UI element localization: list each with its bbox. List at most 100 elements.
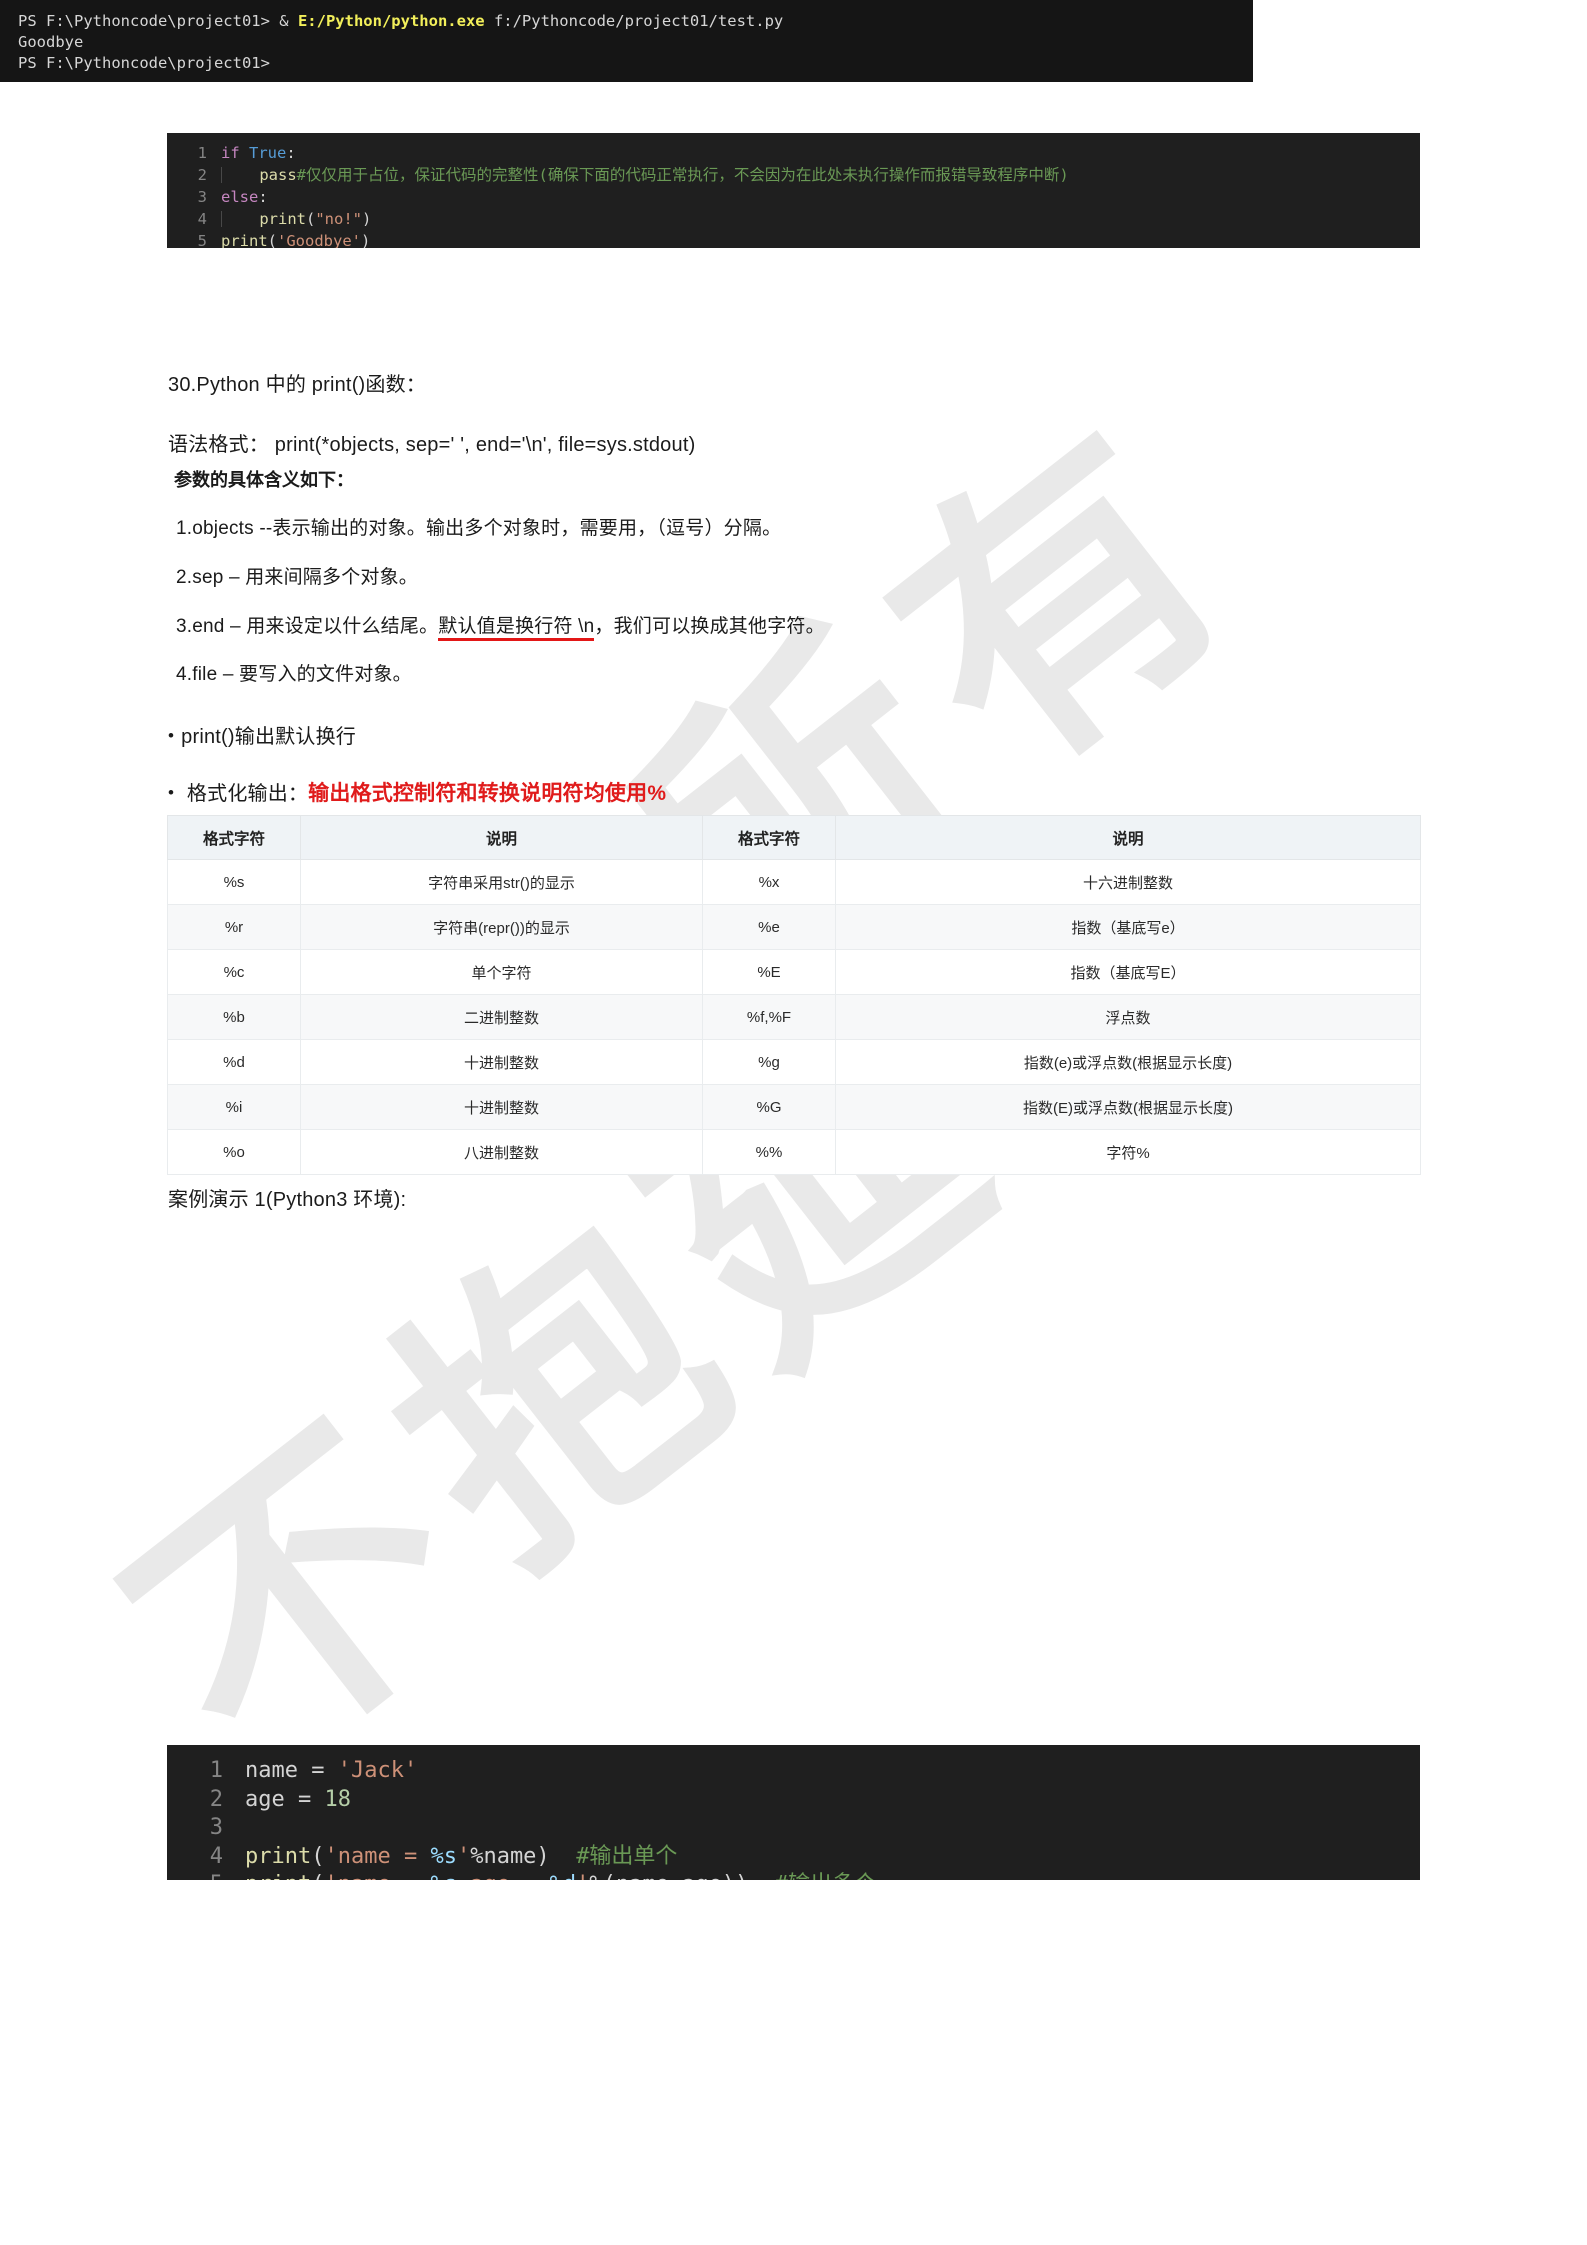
table-row: %c 单个字符 %E 指数（基底写E） <box>167 949 1421 995</box>
table-cell: 字符% <box>835 1129 1421 1175</box>
code-token: 18 <box>324 1786 351 1812</box>
table-header: 格式字符 说明 格式字符 说明 <box>167 815 1421 860</box>
code-token: 'Goodbye' <box>277 232 362 248</box>
code-line-content: print('name = %s,age = %d'%(name,age)) #… <box>245 1871 1420 1880</box>
code-line: 5print('name = %s,age = %d'%(name,age)) … <box>167 1871 1420 1880</box>
table-column-header: 格式字符 <box>702 815 836 860</box>
code-token: #输出单个 <box>576 1843 678 1869</box>
table-cell: %d <box>167 1039 301 1085</box>
table-row: %o 八进制整数%% 字符% <box>167 1129 1421 1175</box>
code-block-format-example: 1 name = 'Jack' 2 age = 18 3 4 print('name = … <box>167 1745 1420 1880</box>
table-column-header: 说明 <box>300 815 703 860</box>
terminal-line: Goodbye <box>18 32 1253 53</box>
code-line: 1 name = 'Jack' <box>167 1757 1420 1786</box>
code-line-content: if True: <box>221 142 1420 164</box>
bullet-formatted-output: 格式化输出：输出格式控制符和转换说明符均使用% <box>168 777 666 807</box>
table-cell: 二进制整数 <box>300 994 703 1040</box>
table-cell: %c <box>167 949 301 995</box>
code-token: #仅仅用于占位，保证代码的完整性(确保下面的代码正常执行，不会因为在此处未执行操… <box>296 166 1069 184</box>
terminal-line: PS F:\Pythoncode\project01> <box>18 53 1253 74</box>
code-token: ( <box>311 1843 325 1869</box>
parameter-item-objects: 1.objects --表示输出的对象。输出多个对象时，需要用，（逗号）分隔。 <box>176 518 782 539</box>
table-cell: %G <box>702 1084 836 1130</box>
code-token: print <box>221 232 268 248</box>
code-line: 4 print("no!") <box>167 208 1420 230</box>
parameters-subtitle: 参数的具体含义如下： <box>174 470 354 490</box>
syntax-format-line: 语法格式： print(*objects, sep=' ', end='\n',… <box>168 434 696 456</box>
code-line-number: 5 <box>197 232 207 248</box>
document-page: 1 if True: 2 pass#仅仅用于占位，保证代码的完整性(确保下面的代码正… <box>0 0 1587 1880</box>
code-line: 1 if True: <box>167 142 1420 164</box>
code-line-content <box>245 1814 1420 1843</box>
table-cell: 字符串采用str()的显示 <box>300 859 703 905</box>
terminal-output-panel: PS F:\Pythoncode\project01> & E:/Python/… <box>0 0 1253 82</box>
table-cell: 浮点数 <box>835 994 1421 1040</box>
code-token: 'Jack' <box>337 1758 418 1783</box>
section-heading-print-function: 30.Python 中的 print()函数： <box>168 374 427 396</box>
table-cell: %x <box>702 859 836 905</box>
code-line: 3 else: <box>167 186 1420 208</box>
table-row: %i 十进制整数 %G 指数(E)或浮点数(根据显示长度) <box>167 1084 1421 1130</box>
code-line: 5 print('Goodbye') <box>167 230 1420 248</box>
code-token: True <box>249 144 287 162</box>
table-cell: %f,%F <box>702 994 836 1040</box>
code-token: print <box>245 1872 311 1880</box>
code-line-number: 3 <box>209 1815 223 1840</box>
code-token: ,age = <box>457 1872 550 1880</box>
table-cell: 指数(E)或浮点数(根据显示长度) <box>835 1084 1421 1130</box>
code-line: 2 pass#仅仅用于占位，保证代码的完整性(确保下面的代码正常执行，不会因为在… <box>167 164 1420 186</box>
code-token: %s <box>430 1872 457 1880</box>
bullet-formatted-output-emphasis: 输出格式控制符和转换说明符均使用% <box>308 782 667 805</box>
code-line: 2 age = 18 <box>167 1786 1420 1815</box>
table-column-header: 说明 <box>835 815 1421 860</box>
table-cell: %g <box>702 1039 836 1085</box>
table-row: %d 十进制整数 %g 指数(e)或浮点数(根据显示长度) <box>167 1039 1421 1085</box>
table-cell: 字符串(repr())的显示 <box>300 904 703 950</box>
table-column-header: 格式字符 <box>167 815 301 860</box>
terminal-line: PS F:\Pythoncode\project01> & E:/Python/… <box>18 11 1253 32</box>
code-token: age <box>245 1786 298 1812</box>
code-token: ( <box>311 1872 324 1880</box>
table-cell: %s <box>167 859 301 905</box>
code-line-content: name = 'Jack' <box>245 1757 1420 1786</box>
table-cell: 十六进制整数 <box>835 859 1421 905</box>
code-token: = <box>297 1786 325 1812</box>
code-token: : <box>258 188 268 206</box>
code-line-content: age = 18 <box>245 1786 1420 1815</box>
code-line-content: pass#仅仅用于占位，保证代码的完整性(确保下面的代码正常执行，不会因为在此处… <box>221 164 1420 186</box>
code-line-number: 1 <box>197 144 207 162</box>
code-token: : <box>286 144 296 162</box>
code-token: "no!" <box>315 210 363 228</box>
parameter-item-sep: 2.sep – 用来间隔多个对象。 <box>176 567 419 588</box>
code-token: else <box>221 188 259 206</box>
table-cell: %o <box>167 1129 301 1175</box>
code-token: print <box>259 210 306 228</box>
bullet-formatted-output-prefix: 格式化输出： <box>186 783 309 805</box>
format-specifier-table: 格式字符 说明 格式字符 说明 %s 字符串采用str()的显示 %x 十六进制整数 %r 字符… <box>167 815 1421 1175</box>
code-line-content: else: <box>221 186 1420 208</box>
table-cell: %% <box>702 1129 836 1175</box>
table-cell: 十进制整数 <box>300 1039 703 1085</box>
table-row: %r 字符串(repr())的显示 %e 指数（基底写e） <box>167 904 1421 950</box>
parameter-item-end: 3.end – 用来设定以什么结尾。默认值是换行符 \n，我们可以换成其他字符。 <box>176 611 825 641</box>
table-cell: 十进制整数 <box>300 1084 703 1130</box>
table-header-row: 格式字符 说明 格式字符 说明 <box>167 815 1421 860</box>
code-line-content: print('name = %s'%name) #输出单个 <box>245 1843 1420 1872</box>
code-line-number: 2 <box>209 1786 223 1812</box>
terminal-segment: PS F:\Pythoncode\project01> <box>18 54 270 72</box>
code-token: pass <box>259 166 297 184</box>
code-line-content: print("no!") <box>221 208 1420 230</box>
table-row: %s 字符串采用str()的显示 %x 十六进制整数 <box>167 859 1421 905</box>
terminal-segment: Goodbye <box>18 33 84 51</box>
code-line-number: 1 <box>209 1758 223 1783</box>
table-cell: 指数(e)或浮点数(根据显示长度) <box>835 1039 1421 1085</box>
code-token: ( <box>306 210 316 228</box>
table-body: %s 字符串采用str()的显示 %x 十六进制整数 %r 字符串(repr())的显示%… <box>167 859 1421 1175</box>
code-token: #输出多个 <box>775 1872 876 1880</box>
case-demo-title: 案例演示 1(Python3 环境): <box>168 1189 407 1211</box>
parameter-item-file: 4.file – 要写入的文件对象。 <box>176 664 412 685</box>
code-token: %name) <box>470 1843 550 1869</box>
